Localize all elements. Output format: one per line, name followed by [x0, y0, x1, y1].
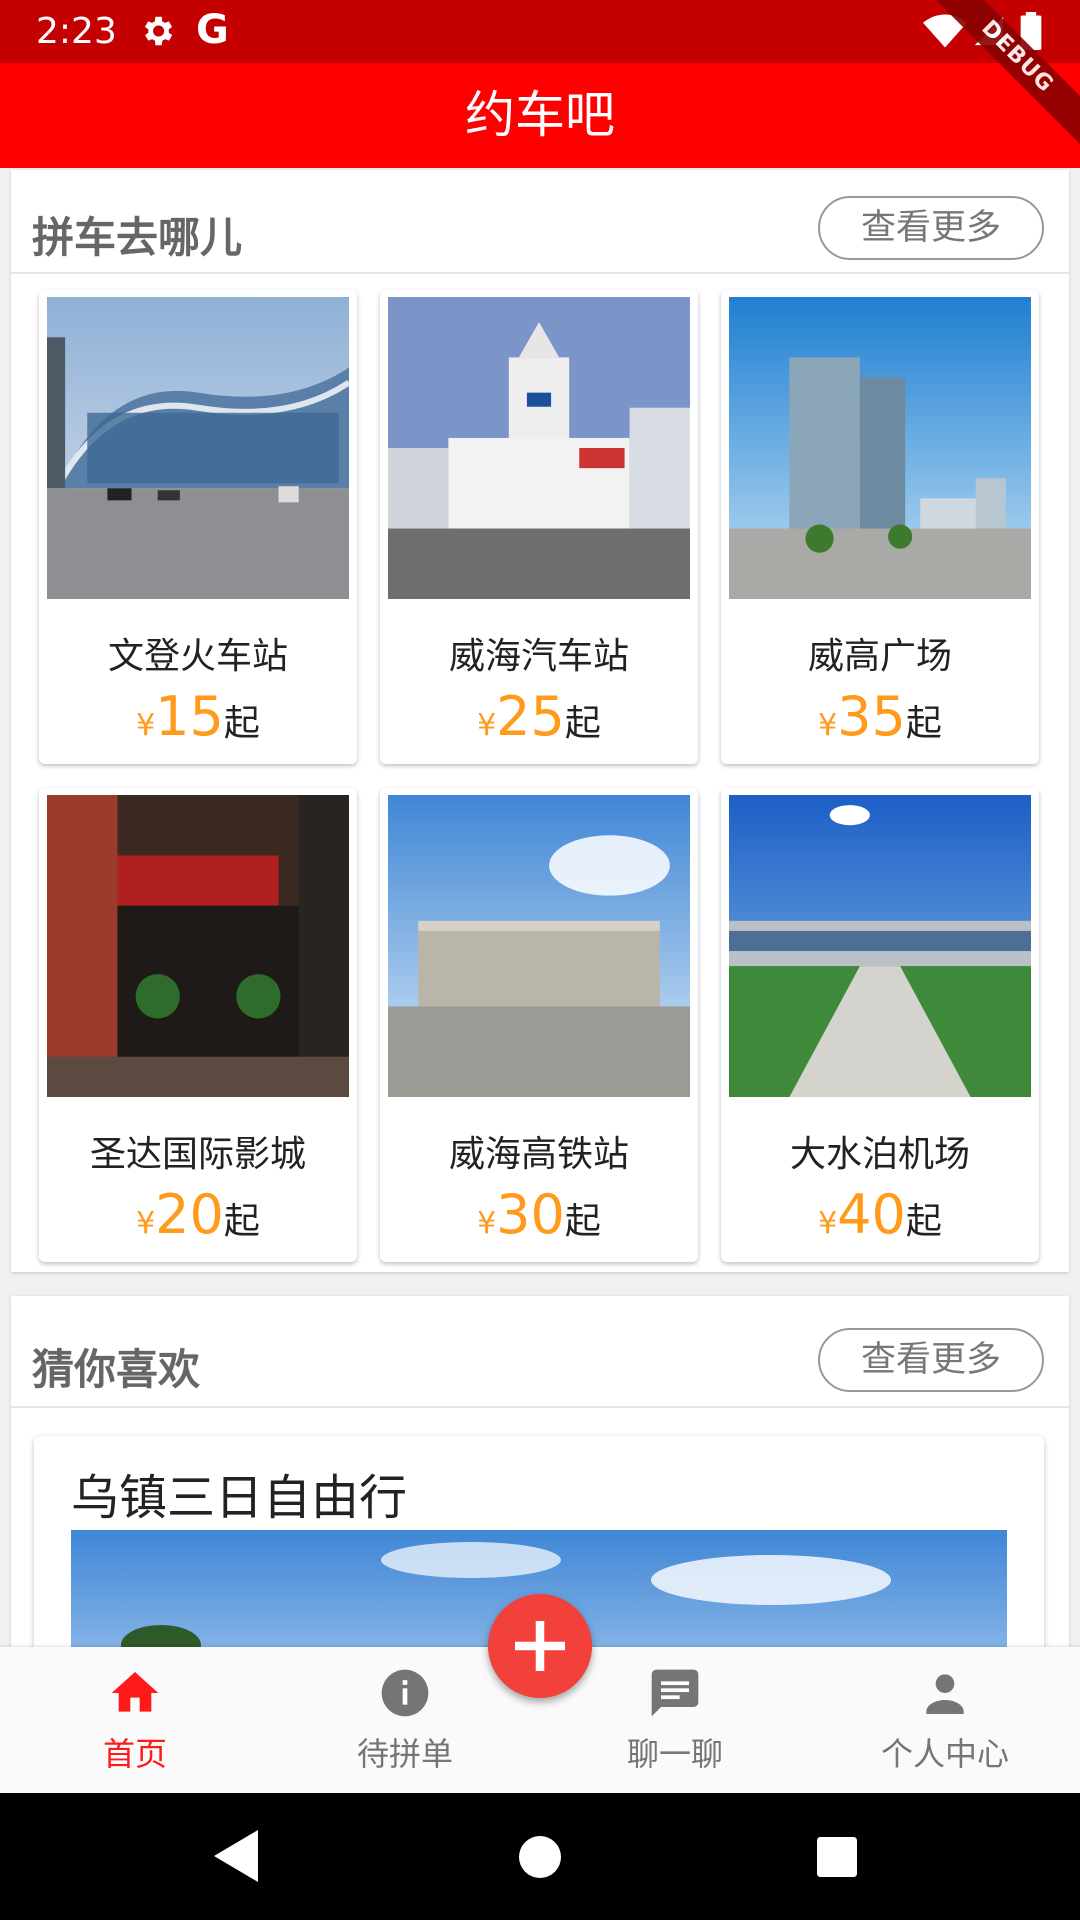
home-circle-icon[interactable] — [519, 1836, 561, 1878]
destination-name: 圣达国际影城 — [89, 1134, 306, 1175]
price-suffix: 起 — [905, 1201, 942, 1242]
destinations-section: 拼车去哪儿 查看更多 文登火车站 ¥15起 威海汽车站 ¥25起 威高广场 ¥3… — [11, 170, 1069, 1272]
price-suffix: 起 — [564, 1201, 601, 1242]
price-value: 35 — [837, 685, 906, 748]
trip-title: 乌镇三日自由行 — [71, 1470, 408, 1526]
destination-price: ¥40起 — [721, 1183, 1039, 1246]
nav-label: 个人中心 — [880, 1735, 1009, 1773]
home-icon — [111, 1672, 159, 1712]
plaza-photo — [729, 297, 1031, 599]
price-suffix: 起 — [223, 1201, 260, 1242]
destination-name: 威海高铁站 — [448, 1134, 629, 1175]
destination-name: 威高广场 — [807, 636, 952, 677]
currency-symbol: ¥ — [818, 708, 838, 743]
nav-label: 首页 — [102, 1735, 167, 1773]
price-value: 25 — [496, 685, 565, 748]
view-more-button[interactable]: 查看更多 — [818, 196, 1044, 260]
nav-label: 聊一聊 — [626, 1735, 723, 1773]
section-header: 拼车去哪儿 查看更多 — [11, 170, 1069, 274]
status-time: 2:23 — [36, 11, 117, 52]
currency-symbol: ¥ — [477, 708, 497, 743]
google-icon: G — [196, 7, 229, 53]
price-suffix: 起 — [564, 703, 601, 744]
bus-station-photo — [388, 297, 690, 599]
destination-price: ¥20起 — [39, 1183, 357, 1246]
add-fab-button[interactable] — [488, 1594, 592, 1698]
price-value: 20 — [155, 1183, 224, 1246]
view-more-button[interactable]: 查看更多 — [818, 1328, 1044, 1392]
section-title: 猜你喜欢 — [32, 1345, 201, 1394]
debug-banner: DEBUG — [930, 0, 1080, 168]
app-title: 约车吧 — [465, 86, 615, 144]
currency-symbol: ¥ — [477, 1206, 497, 1241]
destination-card[interactable]: 文登火车站 ¥15起 — [39, 290, 357, 764]
train-station-photo — [47, 297, 349, 599]
recent-apps-icon[interactable] — [817, 1837, 857, 1877]
destination-card[interactable]: 威高广场 ¥35起 — [721, 290, 1039, 764]
currency-symbol: ¥ — [136, 1206, 156, 1241]
status-bar: 2:23 G — [0, 0, 1080, 63]
section-title: 拼车去哪儿 — [32, 213, 243, 262]
app-bar: 约车吧 — [0, 63, 1080, 168]
back-icon[interactable] — [213, 1830, 263, 1882]
chat-icon — [651, 1669, 699, 1717]
airport-photo — [729, 795, 1031, 1097]
high-speed-rail-station-photo — [388, 795, 690, 1097]
section-header: 猜你喜欢 查看更多 — [11, 1296, 1069, 1408]
plus-icon — [515, 1621, 565, 1671]
cinema-photo — [47, 795, 349, 1097]
destination-price: ¥15起 — [39, 685, 357, 748]
destination-card[interactable]: 大水泊机场 ¥40起 — [721, 788, 1039, 1262]
destination-card[interactable]: 威海汽车站 ¥25起 — [380, 290, 698, 764]
currency-symbol: ¥ — [136, 708, 156, 743]
price-suffix: 起 — [223, 703, 260, 744]
destination-name: 大水泊机场 — [789, 1134, 970, 1175]
destination-price: ¥25起 — [380, 685, 698, 748]
destination-card[interactable]: 圣达国际影城 ¥20起 — [39, 788, 357, 1262]
destination-name: 威海汽车站 — [448, 636, 629, 677]
nav-item-profile[interactable]: 个人中心 — [810, 1647, 1080, 1793]
destination-price: ¥30起 — [380, 1183, 698, 1246]
price-value: 15 — [155, 685, 224, 748]
system-navigation-bar — [0, 1793, 1080, 1920]
nav-item-home[interactable]: 首页 — [0, 1647, 270, 1793]
price-suffix: 起 — [905, 703, 942, 744]
price-value: 40 — [837, 1183, 906, 1246]
destination-name: 文登火车站 — [107, 636, 288, 677]
nav-label: 待拼单 — [356, 1735, 453, 1773]
destination-card[interactable]: 威海高铁站 ¥30起 — [380, 788, 698, 1262]
destination-price: ¥35起 — [721, 685, 1039, 748]
price-value: 30 — [496, 1183, 565, 1246]
info-icon — [381, 1669, 429, 1717]
person-icon — [926, 1674, 964, 1714]
settings-gear-icon — [144, 16, 173, 46]
currency-symbol: ¥ — [818, 1206, 838, 1241]
debug-ribbon-label: DEBUG — [930, 0, 1080, 151]
